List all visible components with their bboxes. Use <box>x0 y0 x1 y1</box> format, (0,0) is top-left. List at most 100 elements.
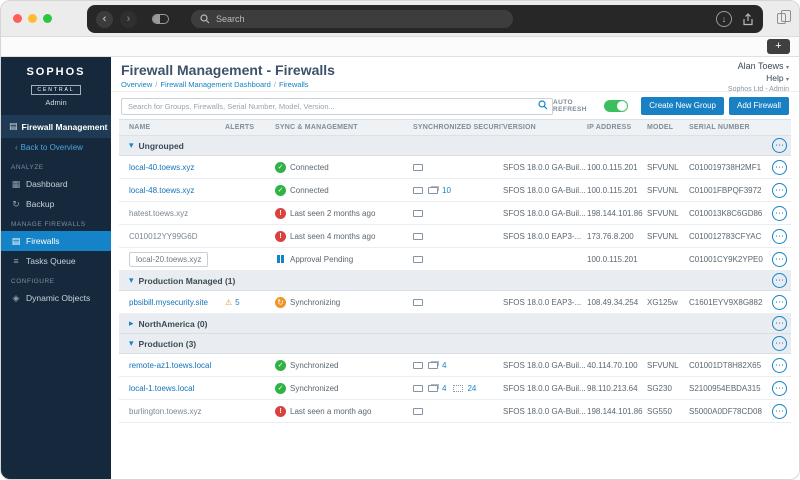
row-menu-button[interactable]: ⋯ <box>772 205 787 221</box>
group-menu-button[interactable]: ⋯ <box>772 336 787 351</box>
add-firewall-button[interactable]: Add Firewall <box>728 96 789 115</box>
search-icon[interactable] <box>538 100 548 110</box>
alerts-cell: ⚠ 5 <box>225 298 275 307</box>
column-header-sync-management[interactable]: SYNC & MANAGEMENT <box>275 124 413 131</box>
close-window-button[interactable] <box>13 14 22 23</box>
group-name[interactable]: Production Managed (1) <box>139 276 236 286</box>
group-name[interactable]: Production (3) <box>139 339 197 349</box>
sync-management-cell: ✓ Synchronized <box>275 382 413 394</box>
account-block: Alan Toews ▾ Help ▾ Sophos Ltd - Admin <box>728 61 789 95</box>
sidebar-item-dynamic-objects[interactable]: ◈ Dynamic Objects <box>1 288 111 308</box>
search-input[interactable] <box>121 98 553 115</box>
chevron-down-icon[interactable]: ▾ <box>129 338 134 349</box>
sidebar-item-dashboard[interactable]: ▦ Dashboard <box>1 174 111 194</box>
row-menu-button[interactable]: ⋯ <box>772 228 787 244</box>
minimize-window-button[interactable] <box>28 14 37 23</box>
column-header-name[interactable]: NAME <box>119 124 225 131</box>
serial-number-cell: S2100954EBDA315 <box>689 383 761 393</box>
forward-button[interactable]: › <box>120 10 137 28</box>
column-header-model[interactable]: MODEL <box>647 124 689 131</box>
download-icon[interactable]: ↓ <box>716 11 732 27</box>
browser-toolbar: ‹ › Search ↓ <box>87 5 763 33</box>
firewall-row: hatest.toews.xyz! Last seen 2 months ago S… <box>119 202 791 225</box>
breadcrumb-firewall-management-dashboard[interactable]: Firewall Management Dashboard <box>160 80 270 89</box>
menu-cell: ⋯ <box>765 205 791 221</box>
row-menu-button[interactable]: ⋯ <box>772 403 787 419</box>
help-menu[interactable]: Help ▾ <box>728 73 789 85</box>
group-menu-button[interactable]: ⋯ <box>772 138 787 153</box>
user-menu[interactable]: Alan Toews ▾ <box>728 61 789 73</box>
chevron-right-icon[interactable]: ▸ <box>129 318 134 329</box>
sidebar-item-label: Dashboard <box>26 179 68 189</box>
sidebar-app-title[interactable]: ▤ Firewall Management <box>1 115 111 138</box>
sidebar-item-backup[interactable]: ↻ Backup <box>1 194 111 214</box>
firewall-name[interactable]: local-1.toews.local <box>129 384 194 393</box>
firewall-name[interactable]: remote-az1.toews.local <box>129 361 211 370</box>
firewall-name: C010012YY99G6D <box>129 231 198 241</box>
sidebar-item-firewalls[interactable]: ▤ Firewalls <box>1 231 111 251</box>
name-cell: local-40.toews.xyz <box>119 163 225 172</box>
name-cell: local-1.toews.local <box>119 384 225 393</box>
row-menu-button[interactable]: ⋯ <box>772 380 787 396</box>
sync-management-cell: Approval Pending <box>275 254 413 265</box>
lastseen-status-icon: ! <box>275 207 286 219</box>
firewall-name[interactable]: local-40.toews.xyz <box>129 163 194 172</box>
create-new-group-button[interactable]: Create New Group <box>641 96 724 115</box>
tabs-overview-icon[interactable] <box>777 10 791 24</box>
synchronized-security-cell: 10 <box>413 186 503 195</box>
firewall-name: burlington.toews.xyz <box>129 406 202 416</box>
page-title: Firewall Management - Firewalls <box>121 62 335 78</box>
chevron-down-icon[interactable]: ▾ <box>129 275 134 286</box>
menu-cell: ⋯ <box>765 380 791 396</box>
breadcrumb-separator: / <box>273 80 276 89</box>
lastseen-status-icon: ! <box>275 405 286 417</box>
alert-count[interactable]: 5 <box>235 298 239 307</box>
column-header-serial-number[interactable]: SERIAL NUMBER <box>689 124 765 131</box>
group-menu-button[interactable]: ⋯ <box>772 316 787 331</box>
maximize-window-button[interactable] <box>43 14 52 23</box>
share-icon[interactable] <box>742 12 754 26</box>
new-tab-button[interactable]: + <box>767 39 790 54</box>
firewall-name[interactable]: pbsibill.mysecurity.site <box>129 298 208 307</box>
ip-address-cell: 40.114.70.100 <box>587 360 638 370</box>
firewall-row: local-1.toews.local ✓ Synchronized 4 24 SFOS … <box>119 377 791 400</box>
synchronized-security-cell: 4 24 <box>413 384 503 393</box>
row-menu-button[interactable]: ⋯ <box>772 159 787 175</box>
sidebar-toggle-icon[interactable] <box>152 14 169 24</box>
menu-cell: ⋯ <box>765 294 791 310</box>
sync-status-label: Last seen 4 months ago <box>290 231 376 241</box>
security-count[interactable]: 4 <box>442 384 446 393</box>
security-count[interactable]: 10 <box>442 186 451 195</box>
auto-refresh-toggle[interactable] <box>604 99 629 112</box>
row-menu-button[interactable]: ⋯ <box>772 251 787 267</box>
brand-product: CENTRAL <box>31 85 81 95</box>
backup-icon: ↻ <box>12 198 20 209</box>
version-cell: SFOS 18.0.0 GA-Buil... <box>503 162 586 172</box>
breadcrumb-firewalls[interactable]: Firewalls <box>279 80 309 89</box>
sync-management-cell: ! Last seen 4 months ago <box>275 230 413 242</box>
group-menu-button[interactable]: ⋯ <box>772 273 787 288</box>
row-menu-button[interactable]: ⋯ <box>772 182 787 198</box>
chevron-down-icon[interactable]: ▾ <box>129 140 134 151</box>
group-name[interactable]: NorthAmerica (0) <box>139 319 208 329</box>
breadcrumb-overview[interactable]: Overview <box>121 80 152 89</box>
column-header-version[interactable]: VERSION <box>503 124 587 131</box>
browser-search-bar[interactable]: Search <box>191 10 513 28</box>
sync-management-cell: ↻ Synchronizing <box>275 296 413 308</box>
synchronized-security-cell <box>413 209 503 217</box>
sidebar-item-tasks-queue[interactable]: ≡ Tasks Queue <box>1 251 111 271</box>
security-count[interactable]: 4 <box>442 361 446 370</box>
column-header-alerts[interactable]: ALERTS <box>225 124 275 131</box>
group-name[interactable]: Ungrouped <box>139 141 184 151</box>
security-count[interactable]: 24 <box>467 384 476 393</box>
back-button[interactable]: ‹ <box>96 10 113 28</box>
column-header-synchronized-security[interactable]: SYNCHRONIZED SECURITY <box>413 124 503 131</box>
column-header-ip-address[interactable]: IP ADDRESS <box>587 124 647 131</box>
row-menu-button[interactable]: ⋯ <box>772 294 787 310</box>
name-cell: burlington.toews.xyz <box>119 407 225 416</box>
row-menu-button[interactable]: ⋯ <box>772 357 787 373</box>
sync-management-cell: ✓ Synchronized <box>275 359 413 371</box>
back-to-overview-link[interactable]: ‹ Back to Overview <box>1 138 111 157</box>
sync-management-cell: ✓ Connected <box>275 161 413 173</box>
firewall-name[interactable]: local-48.toews.xyz <box>129 186 194 195</box>
